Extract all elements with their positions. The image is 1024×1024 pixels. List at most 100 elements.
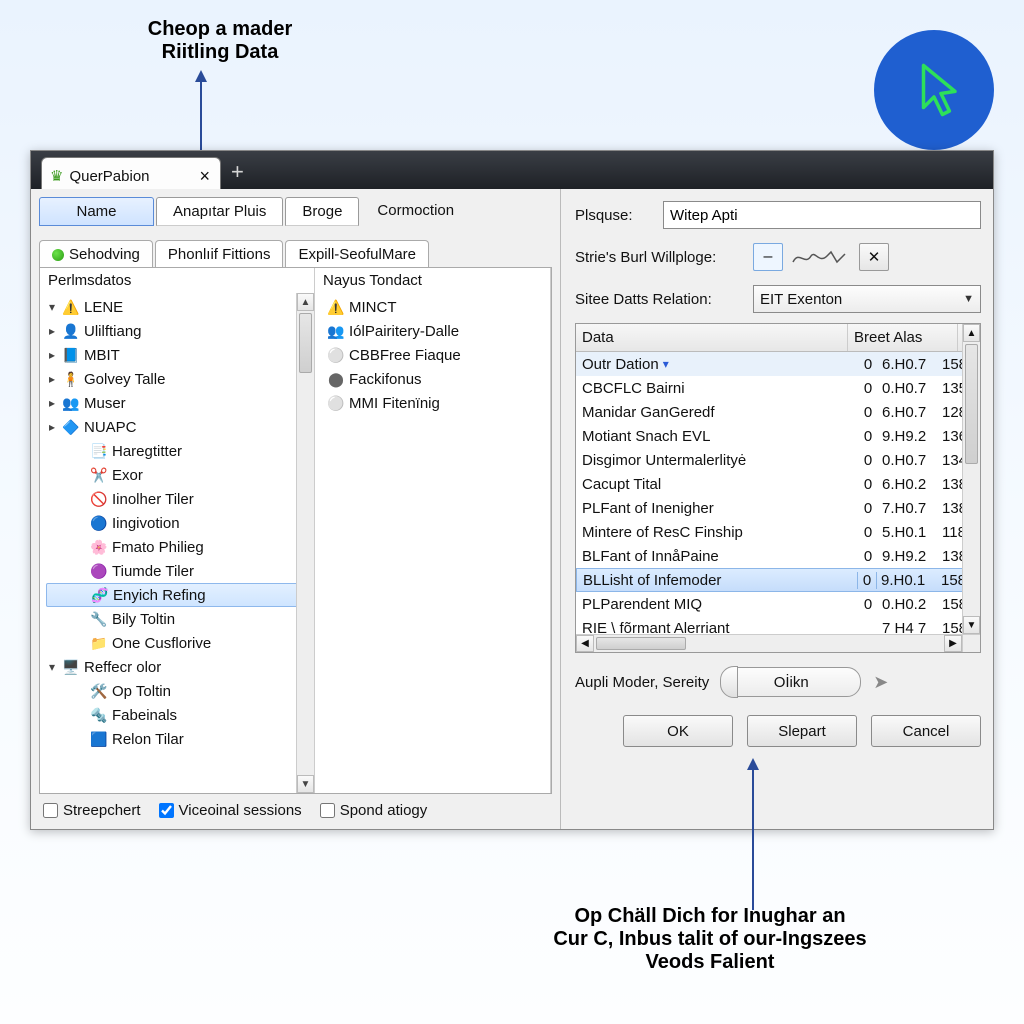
- top-tabs: Name Anapıtar Pluis Broge Cormoction: [39, 197, 552, 226]
- tab-name[interactable]: Name: [39, 197, 154, 226]
- table-row[interactable]: CBCFLC Bairni 00.H0.7135: [576, 376, 980, 400]
- tree-item[interactable]: ▸🧍Golvey Talle: [46, 367, 312, 391]
- sitee-label: Sitee Datts Relation:: [575, 291, 745, 308]
- aupli-label: Aupli Moder, Sereity: [575, 674, 709, 691]
- tab-broge[interactable]: Broge: [285, 197, 359, 226]
- crown-icon: ♛: [50, 167, 63, 185]
- th-breet[interactable]: Breet Alas: [848, 324, 958, 351]
- nayus-header: Nayus Tondact: [315, 268, 550, 293]
- plsquse-label: Plsquse:: [575, 207, 655, 224]
- nayus-list[interactable]: ⚠️MINCT👥IólPairitery-Dalle⚪CBBFree Fiaqu…: [315, 293, 550, 417]
- table-hscroll[interactable]: ◀ ▶: [576, 634, 962, 652]
- cancel-button[interactable]: Cancel: [871, 715, 981, 747]
- dialog-buttons: OK Slepart Cancel: [575, 715, 981, 747]
- check-label: Streepchert: [63, 802, 141, 819]
- table-row[interactable]: PLFant of Inenigher 07.H0.7138: [576, 496, 980, 520]
- tree-item[interactable]: 🧬Enyich Refing: [46, 583, 312, 607]
- table-vscroll[interactable]: ▲ ▼: [962, 324, 980, 634]
- slepart-button[interactable]: Slepart: [747, 715, 857, 747]
- tab-anapitar[interactable]: Anapıtar Pluis: [156, 197, 283, 226]
- table-row[interactable]: Manidar GanGeredf 06.H0.7128: [576, 400, 980, 424]
- perlmsdatos-header: Perlmsdatos: [40, 268, 314, 293]
- tree-item[interactable]: ▾🖥️Reffecr olor: [46, 655, 312, 679]
- tree-item[interactable]: ✂️Exor: [46, 463, 312, 487]
- table-row[interactable]: Motiant Snach EVL 09.H9.2136: [576, 424, 980, 448]
- subtab-label: Sehodving: [69, 246, 140, 263]
- minus-button[interactable]: –: [753, 243, 783, 271]
- sitee-dropdown[interactable]: EIT Exenton ▼: [753, 285, 981, 313]
- tree-item[interactable]: 🟦Relon Tilar: [46, 727, 312, 751]
- tree-item[interactable]: ▸🔷NUAPC: [46, 415, 312, 439]
- list-item[interactable]: ⚠️MINCT: [321, 295, 548, 319]
- checkbox-row: Streepchert Viceoinal sessions Spond ati…: [39, 794, 552, 825]
- table-header: Data Breet Alas ▲: [576, 324, 980, 352]
- table-row[interactable]: Outr Dation ▾06.H0.7158: [576, 352, 980, 376]
- table-row[interactable]: BLLisht of Infemoder 09.H0.1158: [576, 568, 980, 592]
- tree-item[interactable]: ▸📘MBIT: [46, 343, 312, 367]
- callout-bottom: Op Chäll Dich for Inughar an Cur C, Inbu…: [490, 905, 930, 974]
- subtab-sehodving[interactable]: Sehodving: [39, 240, 153, 268]
- table-row[interactable]: Mintere of ResC Finship 05.H0.1118: [576, 520, 980, 544]
- perlmsdatos-column: Perlmsdatos ▾⚠️LENE▸👤Ulilftiang▸📘MBIT▸🧍G…: [40, 268, 315, 793]
- scroll-left-icon[interactable]: ◀: [576, 635, 594, 652]
- app-window: ♛ QuerPabion × + Name Anapıtar Pluis Bro…: [30, 150, 994, 830]
- scroll-down-icon[interactable]: ▼: [963, 616, 980, 634]
- sub-tabs: Sehodving Phonlıif Fittions Expill-Seofu…: [39, 240, 552, 268]
- list-item[interactable]: ⚪CBBFree Fiaque: [321, 343, 548, 367]
- tree-item[interactable]: 🔵Iingivotion: [46, 511, 312, 535]
- scroll-thumb[interactable]: [965, 344, 978, 464]
- tree-item[interactable]: ▾⚠️LENE: [46, 295, 312, 319]
- th-data[interactable]: Data: [576, 324, 848, 351]
- scroll-right-icon[interactable]: ▶: [944, 635, 962, 652]
- check-streepchert-input[interactable]: [43, 803, 58, 818]
- plsquse-input[interactable]: [663, 201, 981, 229]
- table-body[interactable]: Outr Dation ▾06.H0.7158CBCFLC Bairni 00.…: [576, 352, 980, 652]
- check-streepchert[interactable]: Streepchert: [43, 802, 141, 819]
- check-viceoinal-input[interactable]: [159, 803, 174, 818]
- scroll-down-icon[interactable]: ▼: [297, 775, 314, 793]
- oikn-button[interactable]: Oİikn: [721, 667, 861, 697]
- titlebar: ♛ QuerPabion × +: [31, 151, 993, 189]
- scroll-up-icon[interactable]: ▲: [963, 324, 980, 342]
- tree-item[interactable]: 🟣Tiumde Tiler: [46, 559, 312, 583]
- tree-item[interactable]: 🚫Iinolher Tiler: [46, 487, 312, 511]
- table-row[interactable]: PLParendent MIQ 00.H0.2158: [576, 592, 980, 616]
- check-spond[interactable]: Spond atiogy: [320, 802, 428, 819]
- tree-item[interactable]: 📁One Cusflorive: [46, 631, 312, 655]
- hscroll-thumb[interactable]: [596, 637, 686, 650]
- new-tab-button[interactable]: +: [231, 159, 244, 185]
- tree-item[interactable]: 🛠️Op Toltin: [46, 679, 312, 703]
- tree-item[interactable]: ▸👤Ulilftiang: [46, 319, 312, 343]
- check-label: Viceoinal sessions: [179, 802, 302, 819]
- tree-item[interactable]: 🔧Bily Toltin: [46, 607, 312, 631]
- window-tab[interactable]: ♛ QuerPabion ×: [41, 157, 221, 189]
- subtab-expill[interactable]: Expill-SeofulMare: [285, 240, 429, 268]
- check-viceoinal[interactable]: Viceoinal sessions: [159, 802, 302, 819]
- tree-item[interactable]: 🌸Fmato Philieg: [46, 535, 312, 559]
- scroll-thumb[interactable]: [299, 313, 312, 373]
- right-pane: Plsquse: Strie's Burl Willploge: – ✕ Sit…: [561, 189, 993, 829]
- table-row[interactable]: BLFant of InnåPaine 09.H9.2138: [576, 544, 980, 568]
- list-item[interactable]: ⚪MMI Fitenïnig: [321, 391, 548, 415]
- perlmsdatos-tree[interactable]: ▾⚠️LENE▸👤Ulilftiang▸📘MBIT▸🧍Golvey Talle▸…: [40, 293, 314, 753]
- tree-scrollbar[interactable]: ▲ ▼: [296, 293, 314, 793]
- tree-item[interactable]: ▸👥Muser: [46, 391, 312, 415]
- clear-button[interactable]: ✕: [859, 243, 889, 271]
- splitter-grip-icon[interactable]: ⇕: [548, 494, 552, 511]
- left-pane: Name Anapıtar Pluis Broge Cormoction Seh…: [31, 189, 561, 829]
- check-label: Spond atiogy: [340, 802, 428, 819]
- table-row[interactable]: Disgimor Untermalerlityė 00.H0.7134: [576, 448, 980, 472]
- tree-item[interactable]: 🔩Fabeinals: [46, 703, 312, 727]
- tree-item[interactable]: 📑Haregtitter: [46, 439, 312, 463]
- cursor-icon: [899, 55, 969, 125]
- send-icon[interactable]: ➤: [873, 672, 888, 693]
- close-tab-icon[interactable]: ×: [199, 166, 210, 187]
- check-spond-input[interactable]: [320, 803, 335, 818]
- subtab-phonlif[interactable]: Phonlıif Fittions: [155, 240, 284, 268]
- scroll-up-icon[interactable]: ▲: [297, 293, 314, 311]
- tab-cormoction[interactable]: Cormoction: [361, 197, 470, 226]
- list-item[interactable]: 👥IólPairitery-Dalle: [321, 319, 548, 343]
- list-item[interactable]: ⬤Fackifonus: [321, 367, 548, 391]
- table-row[interactable]: Cacupt Tital 06.H0.2138: [576, 472, 980, 496]
- ok-button[interactable]: OK: [623, 715, 733, 747]
